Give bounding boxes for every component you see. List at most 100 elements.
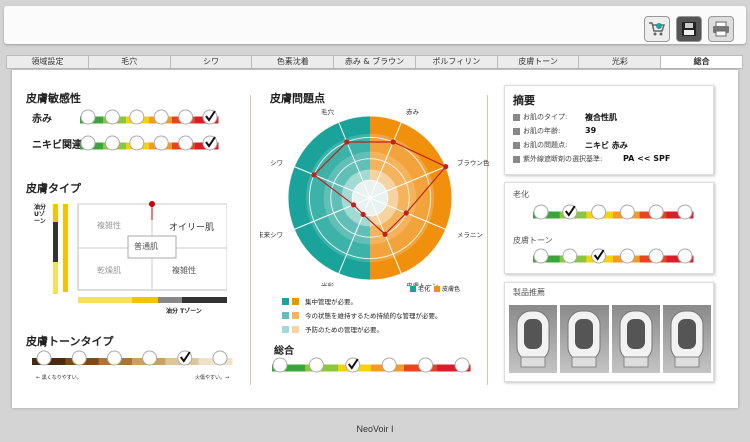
summary-key: お肌のタイプ: bbox=[523, 113, 568, 121]
summary-value: ニキビ 赤み bbox=[585, 141, 628, 150]
summary-panel: 摘要 お肌のタイプ: 複合性肌 お肌の年齢: 39 お肌の問題点: ニキビ 赤み 紫外… bbox=[504, 85, 714, 175]
scale-marker bbox=[178, 109, 194, 125]
device-icon bbox=[619, 310, 652, 368]
skin-type-matrix bbox=[53, 201, 227, 303]
radar-axis-label: メラニン bbox=[457, 231, 483, 239]
tone-marker bbox=[36, 350, 52, 366]
cart-add-button[interactable] bbox=[644, 16, 670, 42]
summary-key: お肌の問題点: bbox=[523, 141, 568, 149]
tone-type-title: 皮膚トーンタイプ bbox=[26, 335, 114, 348]
column-divider-left bbox=[250, 95, 251, 385]
summary-title: 摘要 bbox=[513, 94, 535, 107]
device-icon bbox=[567, 310, 601, 368]
product-image[interactable] bbox=[560, 305, 609, 373]
scale-marker bbox=[272, 357, 288, 373]
radar-axis-label: シワ bbox=[270, 159, 283, 167]
tab-7[interactable]: 光彩 bbox=[579, 56, 662, 68]
skin-tone-title: 皮膚トーン bbox=[513, 236, 553, 245]
type-cell-bottom-right: 複雑性 bbox=[172, 266, 196, 275]
scale-marker bbox=[591, 204, 607, 220]
product-image[interactable] bbox=[509, 305, 558, 373]
scale-marker bbox=[648, 248, 664, 264]
radar-point bbox=[382, 231, 388, 237]
note-swatch bbox=[292, 311, 299, 319]
print-button[interactable] bbox=[708, 16, 734, 42]
scale-marker bbox=[80, 135, 96, 151]
redness-label: 赤み bbox=[32, 114, 52, 125]
tab-4[interactable]: 赤み & ブラウン bbox=[334, 56, 416, 68]
summary-row-age: お肌の年齢: 39 bbox=[523, 126, 596, 136]
scale-marker bbox=[104, 135, 120, 151]
note-row: 集中管理が必要。 bbox=[282, 294, 442, 308]
tone-type-scale bbox=[32, 350, 233, 366]
product-recommendation-panel: 製品推薦 bbox=[504, 282, 714, 382]
aging-tone-panel: 老化 皮膚トーン bbox=[504, 182, 714, 274]
note-text: 集中管理が必要。 bbox=[305, 298, 357, 306]
tab-2[interactable]: シワ bbox=[171, 56, 253, 68]
scale-marker bbox=[619, 248, 635, 264]
acne-label: ニキビ関連 bbox=[32, 140, 82, 151]
summary-row-issues: お肌の問題点: ニキビ 赤み bbox=[523, 140, 628, 151]
summary-value: PA << SPF bbox=[623, 154, 671, 163]
product-image[interactable] bbox=[662, 305, 711, 373]
scale-marker bbox=[381, 357, 397, 373]
radar-point bbox=[360, 211, 366, 218]
tzone-axis-label: 油分 Tゾーン bbox=[166, 308, 202, 315]
radar-axis-label: ブラウン色素 bbox=[457, 158, 490, 167]
scale-marker bbox=[418, 357, 434, 373]
overall-title: 総合 bbox=[274, 346, 294, 357]
tab-5[interactable]: ポルフィリン bbox=[416, 56, 498, 68]
tab-0[interactable]: 領域設定 bbox=[7, 56, 89, 68]
printer-icon bbox=[713, 21, 729, 37]
tab-1[interactable]: 毛穴 bbox=[89, 56, 171, 68]
tone-marker bbox=[212, 350, 228, 366]
scale-marker bbox=[308, 357, 324, 373]
radar-axis-label: 未来シワ bbox=[260, 230, 283, 239]
type-cell-top-left: 複雑性 bbox=[97, 221, 121, 230]
tab-3[interactable]: 色素沈着 bbox=[252, 56, 335, 68]
radar-point bbox=[390, 139, 396, 145]
summary-key: 紫外線遮断剤の選択基準: bbox=[523, 155, 603, 163]
radar-point bbox=[350, 202, 357, 208]
redness-scale bbox=[80, 109, 219, 125]
scale-marker bbox=[648, 204, 664, 220]
save-button[interactable] bbox=[676, 16, 702, 42]
device-icon bbox=[516, 310, 550, 368]
scale-marker bbox=[619, 204, 635, 220]
tab-6[interactable]: 皮膚トーン bbox=[498, 56, 580, 68]
bullet bbox=[513, 128, 520, 135]
tone-left-caption: ← 黒くなりやすい。 bbox=[36, 375, 82, 381]
overall-scale bbox=[272, 357, 471, 373]
scale-marker bbox=[677, 248, 693, 264]
radar-point bbox=[403, 210, 409, 216]
device-icon bbox=[670, 310, 704, 368]
radar-title: 皮膚問題点 bbox=[270, 92, 325, 105]
note-text: 予防のための管理が必要。 bbox=[305, 326, 383, 334]
scale-marker bbox=[80, 109, 96, 125]
tab-8[interactable]: 総合 bbox=[661, 56, 743, 68]
summary-key: お肌の年齢: bbox=[523, 127, 561, 135]
acne-scale bbox=[80, 135, 219, 151]
scale-marker bbox=[533, 204, 549, 220]
summary-value: 39 bbox=[585, 126, 597, 135]
note-swatch bbox=[292, 297, 299, 305]
tone-marker bbox=[106, 350, 122, 366]
legend-aging-swatch bbox=[410, 285, 416, 292]
legend-color-swatch bbox=[434, 285, 441, 292]
note-swatch bbox=[282, 311, 289, 319]
products-title: 製品推薦 bbox=[513, 288, 545, 297]
footer-brand: NeoVoir I bbox=[356, 424, 394, 434]
sensitivity-title: 皮膚敏感性 bbox=[26, 92, 81, 105]
note-text: 今の状態を維持するため持続的な管理が必要。 bbox=[305, 312, 442, 320]
note-row: 予防のための管理が必要。 bbox=[282, 322, 442, 336]
summary-row-type: お肌のタイプ: 複合性肌 bbox=[523, 112, 617, 123]
tone-marker bbox=[142, 350, 158, 366]
tone-right-caption: 火傷やすい。→ bbox=[195, 375, 230, 381]
scale-marker bbox=[104, 109, 120, 125]
cart-add-icon bbox=[649, 22, 666, 36]
scale-marker bbox=[129, 109, 145, 125]
skin-problem-radar: 毛穴赤みブラウン色素メラニン皮膚トーン光彩未来シワシワ bbox=[260, 107, 490, 286]
product-image[interactable] bbox=[611, 305, 660, 373]
bullet bbox=[513, 114, 520, 121]
radar-axis-label: 赤み bbox=[406, 108, 420, 116]
